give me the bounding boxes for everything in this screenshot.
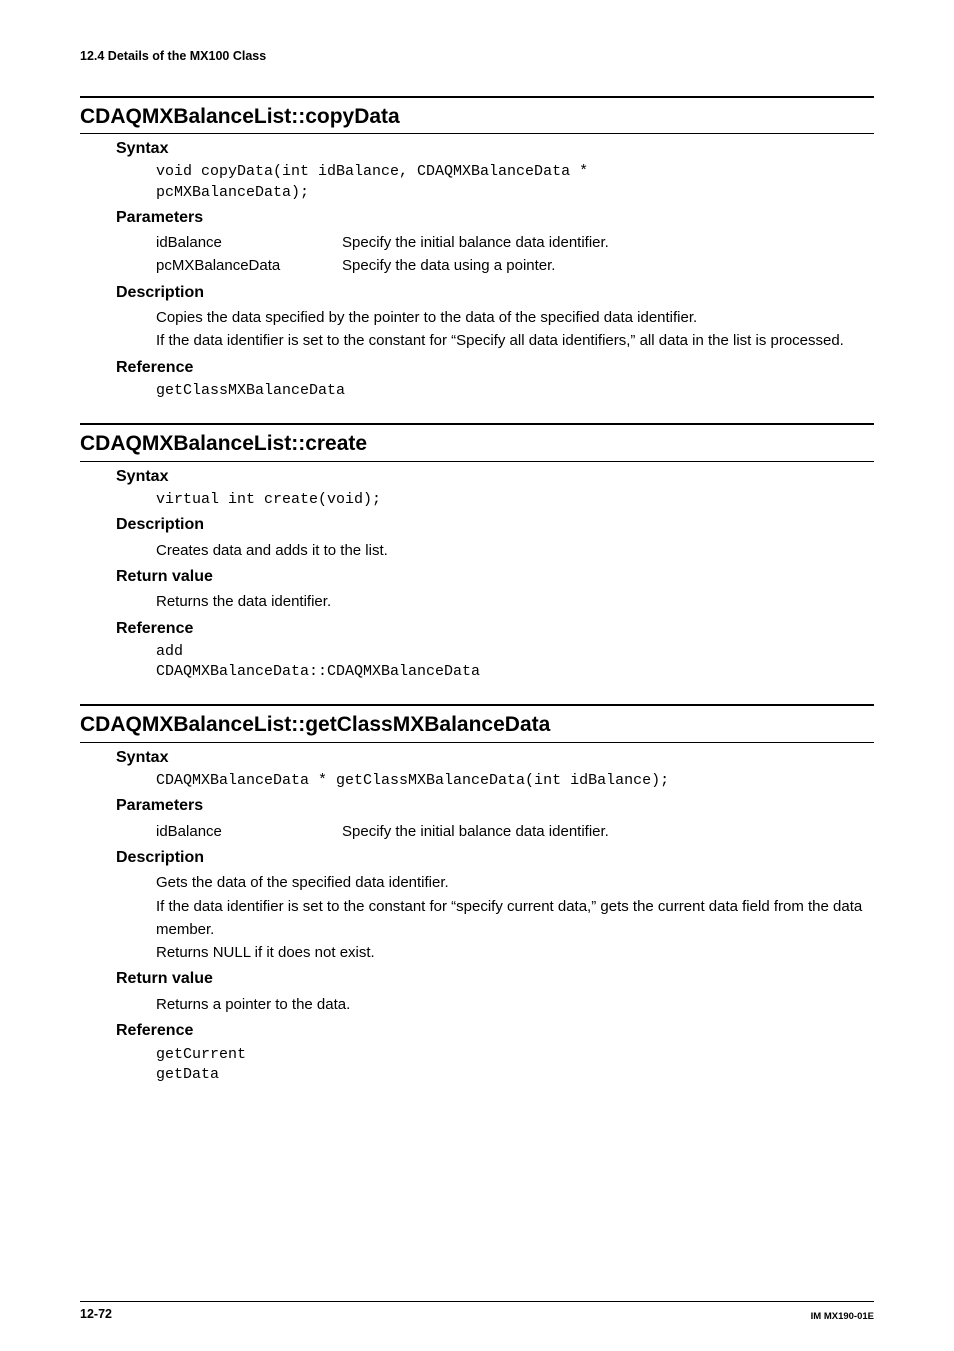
reference-heading: Reference [116,618,874,640]
param-row: idBalance Specify the initial balance da… [156,231,874,254]
syntax-heading: Syntax [116,138,874,160]
return-value-heading: Return value [116,968,874,990]
return-value-heading: Return value [116,566,874,588]
parameters-heading: Parameters [116,207,874,229]
divider [80,742,874,743]
divider [80,704,874,706]
param-desc: Specify the initial balance data identif… [342,231,874,254]
divider [80,133,874,134]
divider [80,423,874,425]
syntax-heading: Syntax [116,747,874,769]
api-section-create: CDAQMXBalanceList::create Syntax virtual… [80,423,874,682]
section-header: 12.4 Details of the MX100 Class [80,48,874,66]
param-row: pcMXBalanceData Specify the data using a… [156,254,874,277]
description-text: If the data identifier is set to the con… [156,895,874,942]
divider [80,96,874,98]
parameters-heading: Parameters [116,795,874,817]
method-title: CDAQMXBalanceList::getClassMXBalanceData [80,710,874,739]
reference-code: getClassMXBalanceData [156,381,874,401]
api-section-getclass: CDAQMXBalanceList::getClassMXBalanceData… [80,704,874,1085]
param-name: idBalance [156,820,342,843]
description-text: If the data identifier is set to the con… [156,329,874,352]
method-title: CDAQMXBalanceList::create [80,429,874,458]
reference-code: add CDAQMXBalanceData::CDAQMXBalanceData [156,642,874,683]
description-text: Copies the data specified by the pointer… [156,306,874,329]
description-heading: Description [116,514,874,536]
description-heading: Description [116,282,874,304]
param-name: pcMXBalanceData [156,254,342,277]
reference-code: getCurrent getData [156,1045,874,1086]
reference-heading: Reference [116,1020,874,1042]
syntax-code: CDAQMXBalanceData * getClassMXBalanceDat… [156,771,874,791]
return-value-text: Returns a pointer to the data. [156,993,874,1016]
syntax-heading: Syntax [116,466,874,488]
divider [80,461,874,462]
param-desc: Specify the data using a pointer. [342,254,874,277]
param-row: idBalance Specify the initial balance da… [156,820,874,843]
description-heading: Description [116,847,874,869]
return-value-text: Returns the data identifier. [156,590,874,613]
page-number: 12-72 [80,1306,112,1324]
param-desc: Specify the initial balance data identif… [342,820,874,843]
description-text: Returns NULL if it does not exist. [156,941,874,964]
method-title: CDAQMXBalanceList::copyData [80,102,874,131]
syntax-code: virtual int create(void); [156,490,874,510]
syntax-code: void copyData(int idBalance, CDAQMXBalan… [156,162,874,203]
api-section-copydata: CDAQMXBalanceList::copyData Syntax void … [80,96,874,402]
page-footer: 12-72 IM MX190-01E [80,1301,874,1324]
description-text: Gets the data of the specified data iden… [156,871,874,894]
reference-heading: Reference [116,357,874,379]
param-name: idBalance [156,231,342,254]
description-text: Creates data and adds it to the list. [156,539,874,562]
document-id: IM MX190-01E [811,1310,874,1323]
